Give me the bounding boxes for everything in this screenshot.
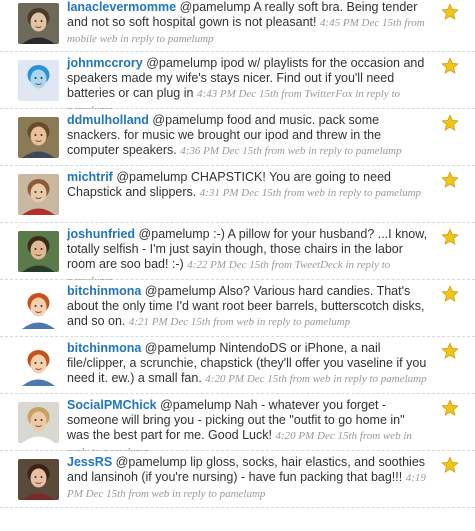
screen-name-link[interactable]: SocialPMChick [67, 398, 157, 412]
in-reply-to-link[interactable]: in reply to pamelump [328, 187, 421, 199]
favorite-star-icon[interactable] [441, 114, 459, 132]
tweet-content: michtrif @pamelump CHAPSTICK! You are go… [67, 170, 429, 201]
source-link[interactable]: web [313, 373, 331, 385]
user-avatar[interactable] [18, 231, 59, 272]
source-link[interactable]: web [152, 488, 170, 500]
tweet-content: bitchinmona @pamelump NintendoDS or iPho… [67, 341, 429, 387]
screen-name-link[interactable]: bitchinmona [67, 341, 141, 355]
in-reply-to-link[interactable]: in reply to pamelump [120, 33, 213, 45]
screen-name-link[interactable]: johnmccrory [67, 56, 143, 70]
timestamp-link[interactable]: 4:20 PM Dec 15th [205, 373, 287, 385]
in-reply-to-link[interactable]: in reply to pamelump [333, 373, 426, 385]
timestamp-link[interactable]: 4:22 PM Dec 15th [187, 259, 269, 271]
in-reply-to-link[interactable]: in reply to pamelump [257, 316, 350, 328]
tweet-meta: 4:36 PM Dec 15th from web in reply to pa… [180, 145, 401, 157]
tweet-meta: 4:31 PM Dec 15th from web in reply to pa… [200, 187, 421, 199]
source-link[interactable]: web [236, 316, 254, 328]
source-prefix: from [271, 259, 292, 271]
tweet-content: JessRS @pamelump lip gloss, socks, hair … [67, 455, 429, 502]
favorite-star-icon[interactable] [441, 285, 459, 303]
source-link[interactable]: TweetDeck [295, 259, 343, 271]
timestamp-link[interactable]: 4:43 PM Dec 15th [197, 88, 279, 100]
favorite-star-icon[interactable] [441, 399, 459, 417]
tweet-row: lanaclevermomme @pamelump A really soft … [0, 0, 475, 52]
favorite-star-icon[interactable] [441, 342, 459, 360]
user-avatar[interactable] [18, 117, 59, 158]
source-link[interactable]: mobile web [67, 33, 117, 45]
tweet-content: lanaclevermomme @pamelump A really soft … [67, 0, 429, 47]
source-prefix: from [128, 488, 149, 500]
tweet-row: bitchinmona @pamelump NintendoDS or iPho… [0, 337, 475, 394]
source-link[interactable]: web [307, 187, 325, 199]
tweet-meta: 4:20 PM Dec 15th from web in reply to pa… [205, 373, 426, 385]
timestamp-link[interactable]: 4:20 PM Dec 15th [275, 430, 357, 442]
tweet-row: SocialPMChick @pamelump Nah - whatever y… [0, 394, 475, 458]
tweet-content: bitchinmona @pamelump Also? Various hard… [67, 284, 429, 330]
favorite-star-icon[interactable] [441, 228, 459, 246]
timestamp-link[interactable]: 4:45 PM Dec 15th [320, 17, 402, 29]
favorite-star-icon[interactable] [441, 171, 459, 189]
timestamp-link[interactable]: 4:36 PM Dec 15th [180, 145, 262, 157]
screen-name-link[interactable]: michtrif [67, 170, 113, 184]
user-avatar[interactable] [18, 345, 59, 386]
in-reply-to-link[interactable]: in reply to pamelump [172, 488, 265, 500]
tweet-row: johnmccrory @pamelump ipod w/ playlists … [0, 52, 475, 116]
source-prefix: from [213, 316, 234, 328]
favorite-star-icon[interactable] [441, 456, 459, 474]
timeline: lanaclevermomme @pamelump A really soft … [0, 0, 475, 531]
screen-name-link[interactable]: bitchinmona [67, 284, 141, 298]
source-link[interactable]: web [383, 430, 401, 442]
source-link[interactable]: web [288, 145, 306, 157]
source-link[interactable]: TwitterFox [304, 88, 352, 100]
screen-name-link[interactable]: joshunfried [67, 227, 135, 241]
tweet-row: JessRS @pamelump lip gloss, socks, hair … [0, 451, 475, 508]
tweet-text: @pamelump lip gloss, socks, hair elastic… [67, 455, 426, 484]
timestamp-link[interactable]: 4:21 PM Dec 15th [129, 316, 211, 328]
timestamp-link[interactable]: 4:31 PM Dec 15th [200, 187, 282, 199]
source-prefix: from [359, 430, 381, 442]
tweet-row: ddmulholland @pamelump food and music. p… [0, 109, 475, 166]
tweet-row: bitchinmona @pamelump Also? Various hard… [0, 280, 475, 337]
user-avatar[interactable] [18, 174, 59, 215]
source-prefix: from [404, 17, 425, 29]
source-prefix: from [289, 373, 310, 385]
favorite-star-icon[interactable] [441, 57, 459, 75]
tweet-row: joshunfried @pamelump :-) A pillow for y… [0, 223, 475, 287]
user-avatar[interactable] [18, 60, 59, 101]
source-prefix: from [264, 145, 285, 157]
screen-name-link[interactable]: JessRS [67, 455, 112, 469]
in-reply-to-link[interactable]: in reply to pamelump [308, 145, 401, 157]
screen-name-link[interactable]: lanaclevermomme [67, 0, 176, 14]
source-prefix: from [281, 88, 302, 100]
user-avatar[interactable] [18, 3, 59, 44]
tweet-meta: 4:21 PM Dec 15th from web in reply to pa… [129, 316, 350, 328]
source-prefix: from [284, 187, 305, 199]
tweet-content: ddmulholland @pamelump food and music. p… [67, 113, 429, 159]
favorite-star-icon[interactable] [441, 3, 459, 21]
user-avatar[interactable] [18, 459, 59, 500]
screen-name-link[interactable]: ddmulholland [67, 113, 149, 127]
user-avatar[interactable] [18, 402, 59, 443]
tweet-row: michtrif @pamelump CHAPSTICK! You are go… [0, 166, 475, 223]
user-avatar[interactable] [18, 288, 59, 329]
